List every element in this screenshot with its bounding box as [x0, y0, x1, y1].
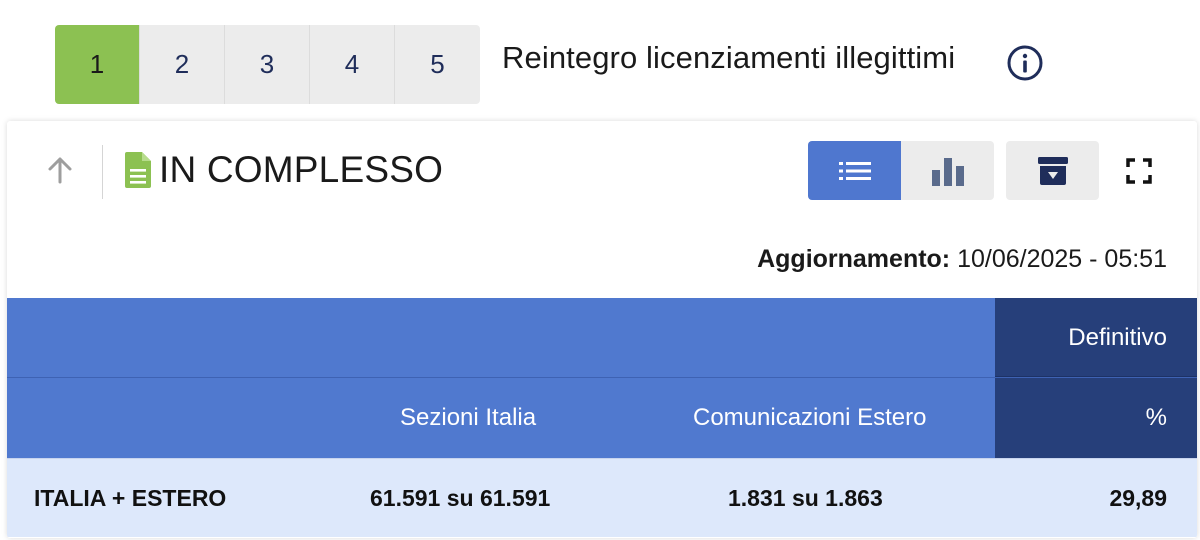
update-value: 10/06/2025 - 05:51: [957, 245, 1167, 273]
row-label: ITALIA + ESTERO: [34, 484, 227, 511]
divider: [102, 145, 103, 199]
last-update: Aggiornamento: 10/06/2025 - 05:51: [757, 245, 1167, 274]
update-label: Aggiornamento:: [757, 245, 951, 273]
arrow-up-icon[interactable]: [45, 155, 75, 185]
question-title: Reintegro licenziamenti illegittimi: [502, 40, 956, 75]
chart-view-button[interactable]: [901, 141, 994, 200]
tab-5[interactable]: 5: [395, 25, 480, 104]
col-header-comunicazioni-estero: Comunicazioni Estero: [693, 404, 927, 431]
info-icon[interactable]: [1007, 45, 1043, 81]
table-header-row: Sezioni Italia Comunicazioni Estero %: [7, 378, 1197, 458]
bar-chart-icon: [931, 157, 964, 186]
results-table: Definitivo Sezioni Italia Comunicazioni …: [7, 298, 1197, 537]
cell-percent: 29,89: [1109, 484, 1167, 511]
group-header-definitivo: Definitivo: [1068, 323, 1167, 351]
tab-3[interactable]: 3: [225, 25, 310, 104]
results-card: IN COMPLESSO Aggiornamento: 10/06/2025 -…: [7, 121, 1197, 538]
col-header-percent: %: [1145, 404, 1167, 431]
cell-sezioni: 61.591 su 61.591: [370, 484, 551, 511]
fullscreen-icon[interactable]: [1124, 156, 1154, 186]
card-title: IN COMPLESSO: [159, 149, 444, 190]
tab-4[interactable]: 4: [310, 25, 395, 104]
archive-download-icon: [1037, 156, 1068, 185]
list-icon: [838, 161, 871, 180]
table-row: ITALIA + ESTERO 61.591 su 61.591 1.831 s…: [7, 458, 1197, 537]
col-header-sezioni-italia: Sezioni Italia: [400, 404, 537, 431]
question-tabs: 1 2 3 4 5: [55, 25, 480, 104]
document-icon: [125, 152, 151, 188]
list-view-button[interactable]: [808, 141, 901, 200]
archive-download-button[interactable]: [1006, 141, 1099, 200]
table-header-group-row: Definitivo: [7, 298, 1197, 378]
view-toggle: [808, 141, 994, 200]
tab-1[interactable]: 1: [55, 25, 140, 104]
tab-2[interactable]: 2: [140, 25, 225, 104]
cell-estero: 1.831 su 1.863: [728, 484, 883, 511]
